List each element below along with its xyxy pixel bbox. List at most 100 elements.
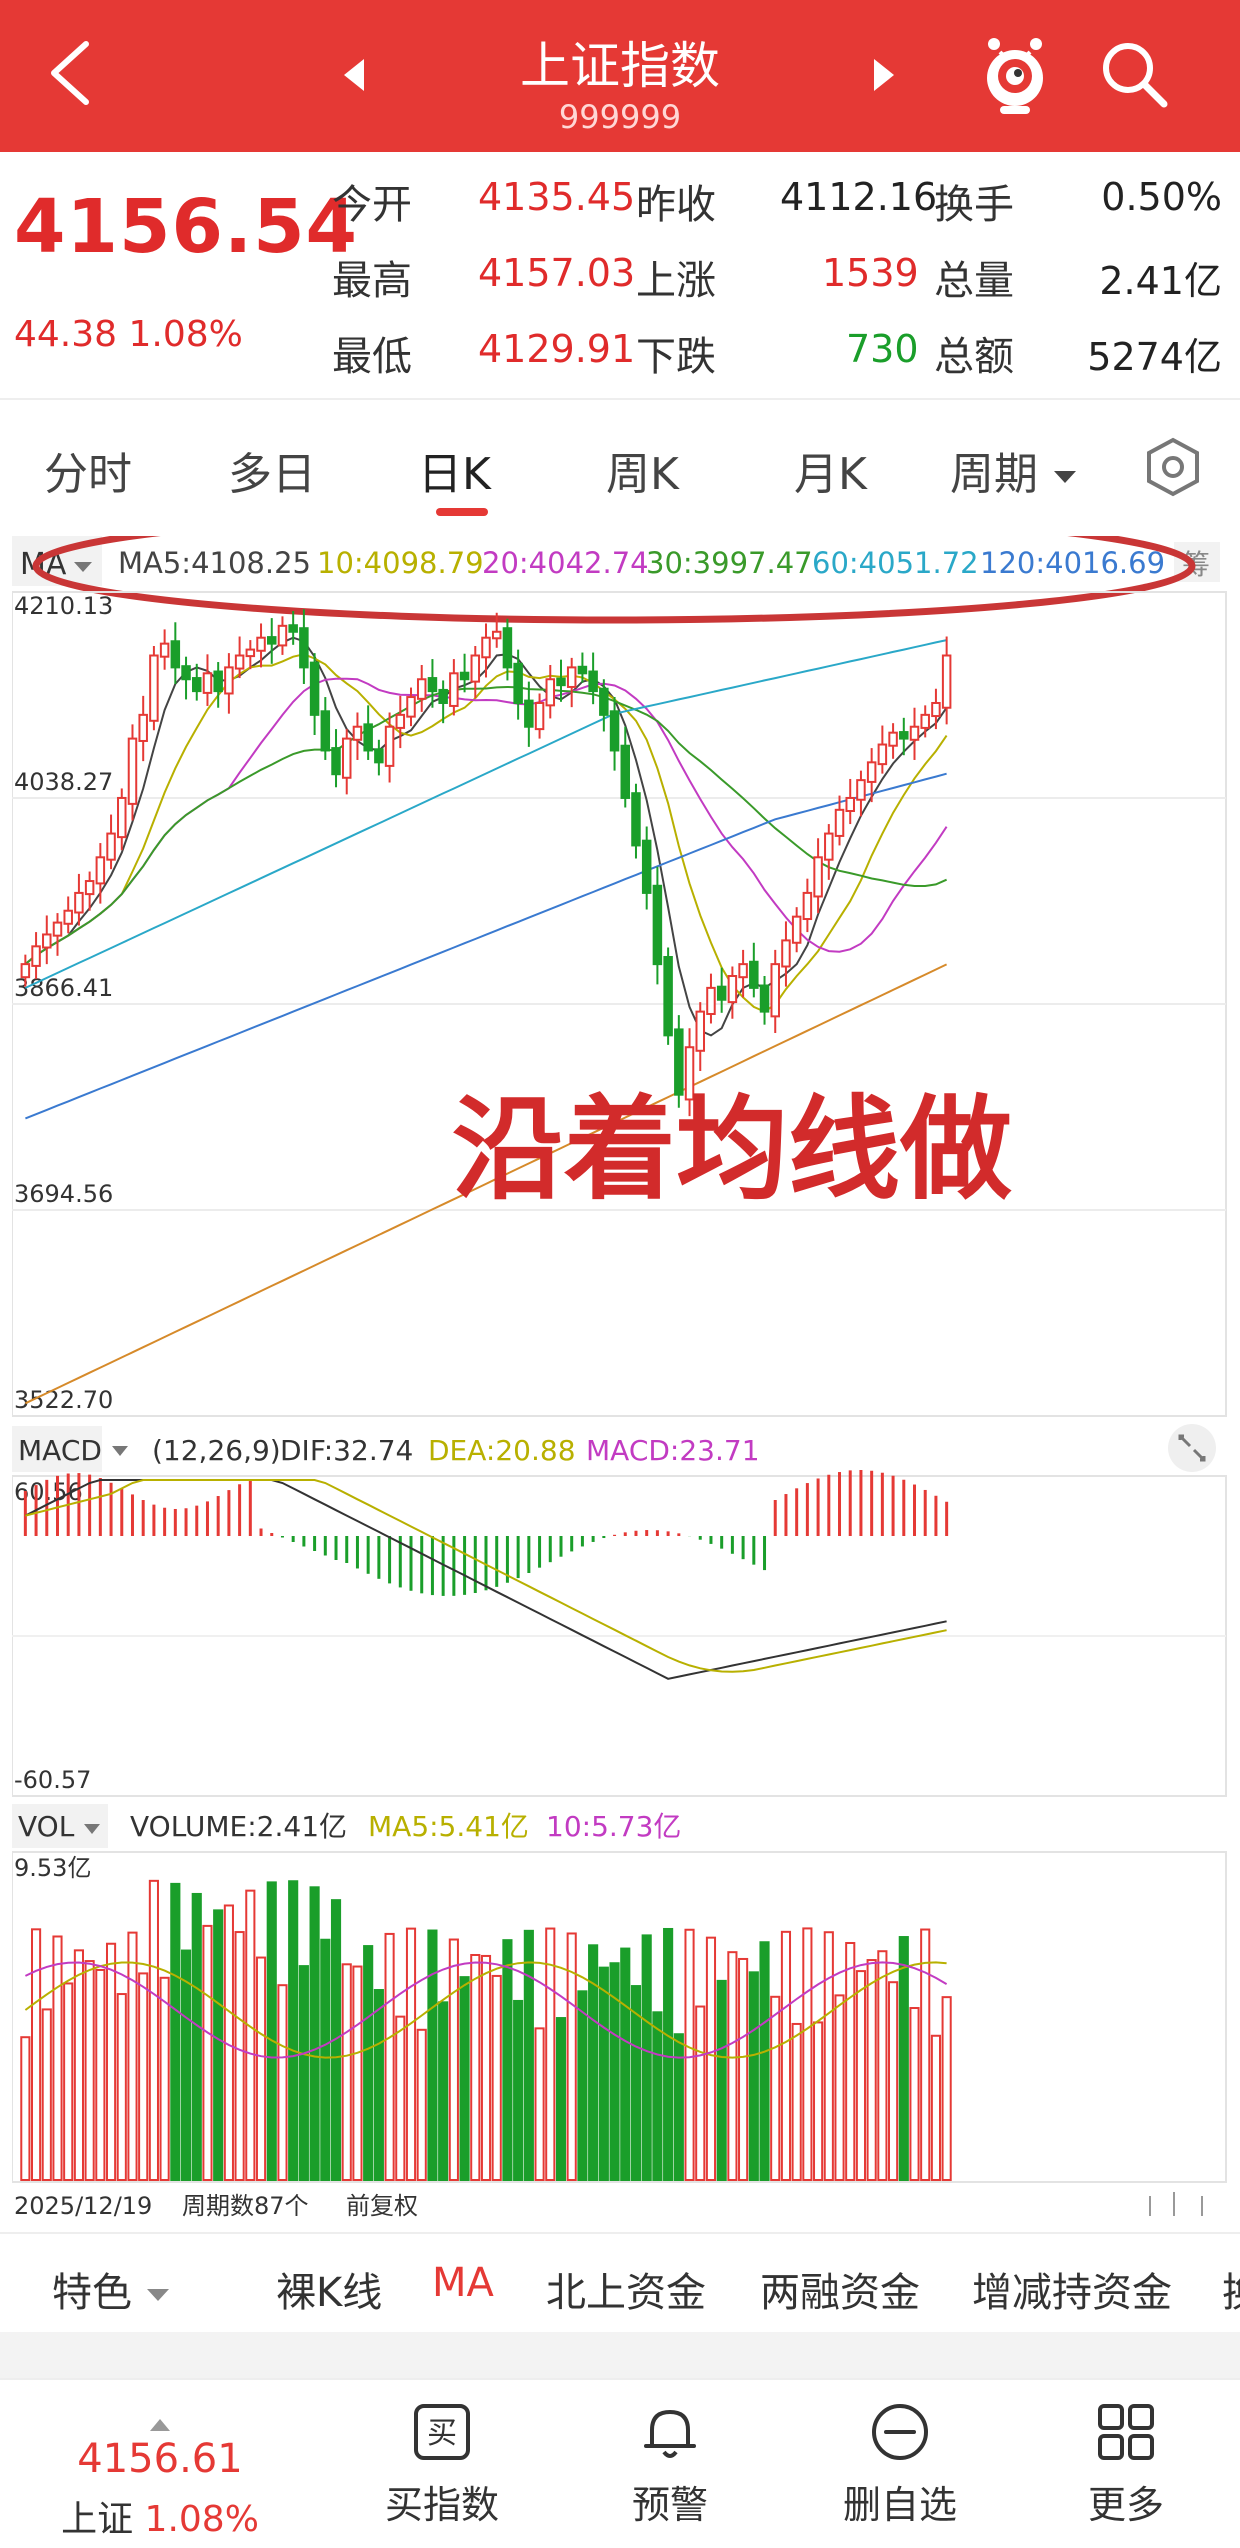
volume-bar	[73, 1949, 84, 2181]
chart-area[interactable]: MA MA5:4108.25 10:4098.79 20:4042.74 30:…	[11, 508, 1228, 2226]
volume-bar	[941, 1996, 952, 2181]
candle-body	[652, 884, 663, 966]
indicator-more-partial[interactable]: 换	[1222, 2260, 1240, 2318]
quote-label: 总量	[934, 258, 1014, 304]
indicator-bar: 特色 裸K线 MA 北上资金 两融资金 增减持资金 换	[0, 2232, 1240, 2332]
nav-remove-watchlist[interactable]: 删自选	[800, 2400, 1000, 2529]
tab-daily-k[interactable]: 日K	[418, 438, 491, 502]
indicator-holding-change[interactable]: 增减持资金	[972, 2260, 1172, 2318]
candle-body	[395, 713, 406, 729]
active-tab-indicator	[436, 508, 488, 516]
tab-period[interactable]: 周期	[950, 438, 1078, 502]
candle-body	[727, 975, 738, 1004]
volume-bar	[834, 1994, 845, 2181]
tab-monthly-k[interactable]: 月K	[794, 438, 867, 502]
volume-bar	[52, 1935, 63, 2182]
volume-bar	[180, 1949, 192, 2181]
nav-index-quote[interactable]: 4156.61 上证 1.08%	[40, 2418, 280, 2542]
candle-body	[384, 725, 395, 767]
previous-stock-icon[interactable]	[340, 55, 370, 95]
indicator-naked-k[interactable]: 裸K线	[276, 2260, 382, 2318]
volume-bar	[823, 1931, 834, 2181]
volume-ma10: 10:5.73亿	[546, 1810, 681, 1843]
volume-bar	[695, 2005, 706, 2182]
macd-params: (12,26,9)	[152, 1434, 281, 1467]
candle-body	[781, 939, 791, 968]
indicator-northbound[interactable]: 北上资金	[546, 2260, 706, 2318]
app-header: 上证指数 999999	[0, 0, 1240, 152]
caret-down-icon	[1054, 471, 1076, 483]
volume-bar	[459, 1976, 470, 2182]
quote-value: 4157.03	[478, 251, 636, 295]
candle-body	[459, 671, 470, 681]
volume-bar	[105, 1942, 117, 2182]
candle-body	[920, 713, 930, 729]
tab-period-label: 周期	[950, 449, 1038, 500]
zoom-handle-icon[interactable]	[1149, 2192, 1203, 2216]
candle-body	[42, 933, 52, 949]
candle-body	[159, 642, 170, 658]
divider	[0, 398, 1240, 400]
ma120-line	[25, 772, 947, 1120]
nav-more[interactable]: 更多	[1026, 2400, 1226, 2529]
candle-body	[63, 909, 73, 925]
volume-bar	[513, 1999, 524, 2182]
candle-body	[641, 839, 652, 894]
expand-icon-bg[interactable]	[1168, 1424, 1216, 1472]
next-stock-icon[interactable]	[868, 55, 898, 95]
candle-body	[352, 725, 363, 741]
volume-bar	[738, 1957, 749, 2182]
candle-body	[631, 792, 641, 847]
tab-intraday[interactable]: 分时	[44, 438, 132, 502]
candle-body	[706, 986, 716, 1015]
period-count: 周期数87个	[182, 2192, 309, 2220]
tab-multiday[interactable]: 多日	[228, 438, 316, 502]
quote-value: 5274亿	[1087, 335, 1222, 379]
candle-body	[31, 945, 41, 967]
candle-body	[331, 747, 341, 776]
volume-bar	[170, 1882, 181, 2181]
volume-bar	[148, 1879, 159, 2181]
candle-body	[899, 731, 909, 740]
volume-bar	[534, 2027, 545, 2181]
volume-bar	[202, 1924, 213, 2181]
candle-body	[695, 1010, 706, 1052]
nav-alert[interactable]: 预警	[570, 2400, 770, 2529]
volume-bar	[813, 2021, 824, 2182]
volume-bar	[502, 1939, 513, 2181]
volume-bar	[759, 1941, 770, 2182]
candle-body	[374, 748, 384, 764]
ma-legend-item: MA5:4108.25	[118, 546, 311, 580]
volume-bar	[234, 1931, 245, 2182]
indicator-ma[interactable]: MA	[432, 2260, 494, 2306]
candle-body	[802, 891, 813, 921]
macd-selector[interactable]: MACD	[18, 1434, 102, 1467]
candle-body	[106, 832, 116, 861]
indicator-margin[interactable]: 两融资金	[760, 2260, 920, 2318]
settings-hexagon-icon[interactable]	[1140, 434, 1206, 500]
candle-body	[341, 737, 352, 779]
candle-body	[20, 963, 31, 979]
candle-body	[117, 796, 127, 839]
y-tick-label: 4210.13	[14, 592, 113, 620]
macd-histogram	[12, 1470, 1226, 1680]
volume-bar	[748, 1971, 759, 2182]
quote-value: 0.50%	[1101, 175, 1222, 219]
macd-dif: DIF:32.74	[280, 1434, 413, 1467]
vol-selector[interactable]: VOL	[18, 1810, 75, 1843]
macd-y-tick: -60.57	[14, 1766, 91, 1794]
indicator-feature[interactable]: 特色	[52, 2260, 171, 2318]
kline-chart[interactable]: MA MA5:4108.25 10:4098.79 20:4042.74 30:…	[11, 508, 1228, 2226]
volume-bar	[523, 1929, 534, 2182]
candle-body	[192, 677, 202, 693]
candle-body	[224, 666, 234, 695]
volume-bar	[855, 1970, 867, 2182]
candle-body	[427, 677, 438, 693]
mascot-icon[interactable]	[978, 32, 1052, 116]
candle-body	[609, 710, 620, 752]
tab-weekly-k[interactable]: 周K	[606, 438, 679, 502]
search-icon[interactable]	[1098, 38, 1170, 110]
nav-buy-index[interactable]: 买 买指数	[342, 2400, 542, 2529]
volume-bar	[384, 1932, 395, 2181]
candle-body	[599, 687, 609, 716]
